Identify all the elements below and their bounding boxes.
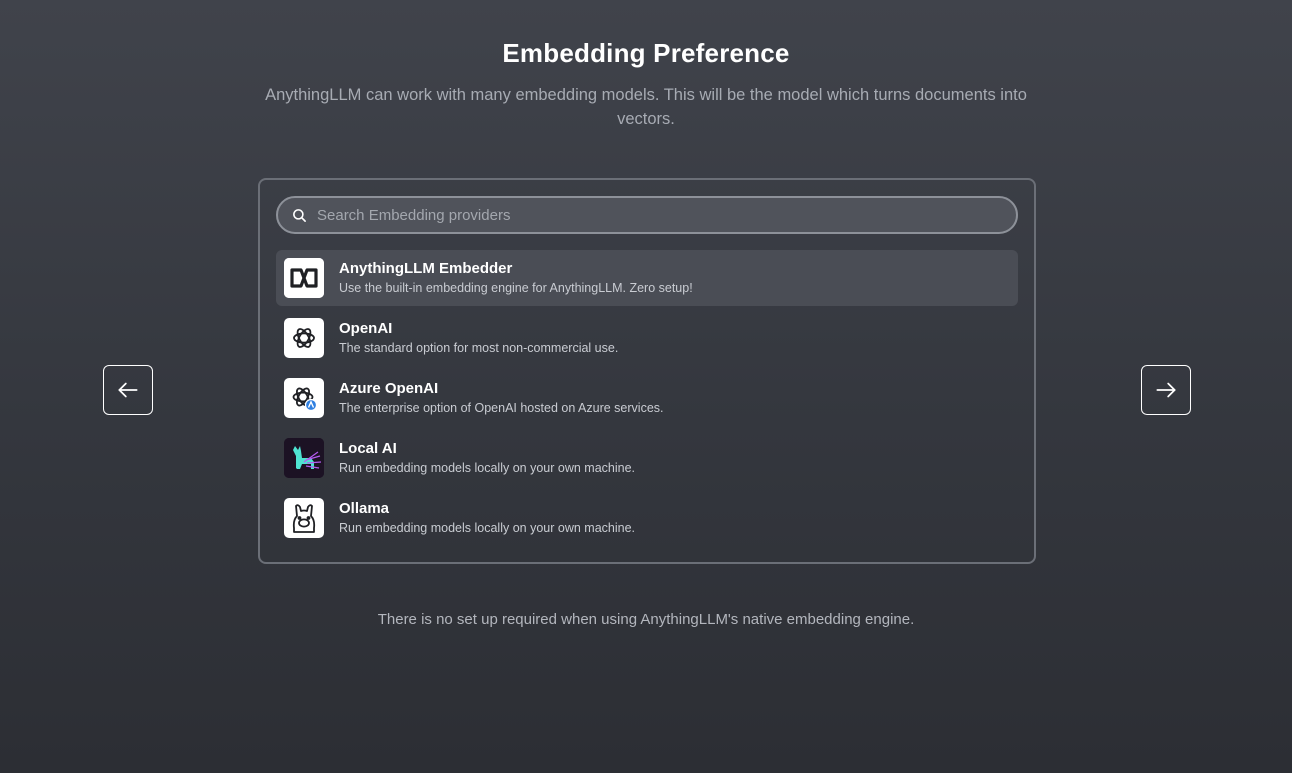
anythingllm-logo-icon bbox=[284, 258, 324, 298]
provider-name: Azure OpenAI bbox=[339, 380, 439, 397]
provider-name: AnythingLLM Embedder bbox=[339, 260, 513, 277]
provider-name: OpenAI bbox=[339, 320, 393, 337]
provider-setup-note: There is no set up required when using A… bbox=[377, 611, 915, 628]
provider-panel: AnythingLLM Embedder Use the built-in em… bbox=[258, 178, 1036, 564]
arrow-left-icon bbox=[118, 382, 138, 398]
openai-logo-icon bbox=[284, 318, 324, 358]
page-header: Embedding Preference AnythingLLM can wor… bbox=[0, 38, 1292, 131]
provider-item-ollama[interactable]: Ollama Run embedding models locally on y… bbox=[276, 490, 1018, 546]
next-button[interactable] bbox=[1141, 365, 1191, 415]
page-title: Embedding Preference bbox=[502, 38, 790, 68]
provider-list: AnythingLLM Embedder Use the built-in em… bbox=[276, 250, 1018, 550]
provider-description: Use the built-in embedding engine for An… bbox=[339, 281, 693, 295]
arrow-right-icon bbox=[1156, 382, 1176, 398]
provider-name: Local AI bbox=[339, 440, 397, 457]
ollama-llama-logo-icon bbox=[284, 498, 324, 538]
provider-item-anythingllm[interactable]: AnythingLLM Embedder Use the built-in em… bbox=[276, 250, 1018, 306]
provider-item-azure-openai[interactable]: Azure OpenAI The enterprise option of Op… bbox=[276, 370, 1018, 426]
search-icon bbox=[293, 208, 306, 222]
localai-llama-logo-icon bbox=[284, 438, 324, 478]
back-button[interactable] bbox=[103, 365, 153, 415]
search-bar[interactable] bbox=[276, 196, 1018, 234]
provider-description: The standard option for most non-commerc… bbox=[339, 341, 619, 355]
provider-description: The enterprise option of OpenAI hosted o… bbox=[339, 401, 664, 415]
provider-description: Run embedding models locally on your own… bbox=[339, 461, 635, 475]
provider-description: Run embedding models locally on your own… bbox=[339, 521, 635, 535]
page-subtitle: AnythingLLM can work with many embedding… bbox=[265, 86, 1027, 128]
azure-openai-logo-icon bbox=[284, 378, 324, 418]
provider-item-openai[interactable]: OpenAI The standard option for most non-… bbox=[276, 310, 1018, 366]
provider-name: Ollama bbox=[339, 500, 390, 517]
search-input[interactable] bbox=[317, 198, 1016, 232]
provider-item-localai[interactable]: Local AI Run embedding models locally on… bbox=[276, 430, 1018, 486]
